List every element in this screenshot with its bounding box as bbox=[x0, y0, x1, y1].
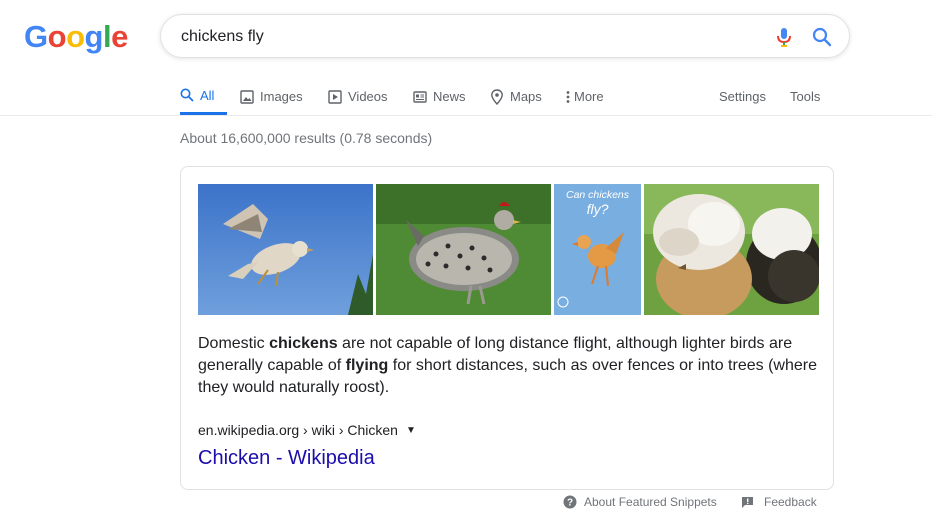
snippet-bold-term: chickens bbox=[269, 335, 338, 352]
featured-snippet: Can chickens fly? Domestic chickens are … bbox=[180, 166, 834, 490]
snippet-text: Domestic chickens are not capable of lon… bbox=[198, 333, 824, 399]
tab-more[interactable]: More bbox=[566, 78, 604, 115]
tab-maps[interactable]: Maps bbox=[490, 78, 542, 115]
illustration-caption-1: Can chickens bbox=[566, 189, 630, 201]
tab-label: More bbox=[574, 89, 604, 104]
tools-link[interactable]: Tools bbox=[790, 78, 820, 115]
snippet-image-speckled-hen[interactable] bbox=[376, 184, 551, 315]
snippet-text-part: Domestic bbox=[198, 335, 270, 352]
snippet-image-flying-chicken[interactable] bbox=[198, 184, 373, 315]
google-logo[interactable]: Google bbox=[24, 19, 128, 55]
help-circle-icon: ? bbox=[563, 495, 577, 509]
svg-text:?: ? bbox=[567, 498, 573, 509]
tab-label: All bbox=[200, 87, 215, 103]
result-cite: en.wikipedia.org › wiki › Chicken ▼ bbox=[198, 422, 416, 438]
snippet-bold-term: flying bbox=[345, 357, 389, 374]
more-vertical-icon bbox=[566, 90, 570, 103]
microphone-icon[interactable] bbox=[774, 26, 794, 48]
result-stats: About 16,600,000 results (0.78 seconds) bbox=[180, 130, 433, 146]
play-icon bbox=[328, 89, 342, 104]
caret-down-icon[interactable]: ▼ bbox=[406, 425, 416, 436]
search-input[interactable] bbox=[181, 26, 741, 48]
settings-link[interactable]: Settings bbox=[719, 78, 766, 115]
logo-letter: l bbox=[102, 19, 112, 54]
tab-videos[interactable]: Videos bbox=[328, 78, 388, 115]
settings-label: Settings bbox=[719, 89, 766, 104]
search-tabs: All Images Videos News Maps More Setting… bbox=[0, 78, 932, 116]
logo-letter: g bbox=[84, 19, 104, 54]
newspaper-icon bbox=[413, 90, 427, 103]
feedback-link[interactable]: Feedback bbox=[741, 494, 817, 510]
magnifier-icon[interactable] bbox=[812, 27, 832, 47]
tab-label: Images bbox=[260, 89, 303, 104]
cite-url: en.wikipedia.org › wiki › Chicken bbox=[198, 422, 398, 438]
logo-letter: o bbox=[66, 19, 85, 54]
snippet-image-illustration[interactable]: Can chickens fly? bbox=[554, 184, 641, 315]
about-featured-snippets-label: About Featured Snippets bbox=[584, 495, 717, 509]
feedback-label: Feedback bbox=[764, 495, 817, 509]
image-icon bbox=[240, 89, 254, 104]
logo-letter: e bbox=[111, 19, 128, 54]
tab-label: Videos bbox=[348, 89, 388, 104]
logo-letter: G bbox=[24, 19, 48, 54]
tab-all[interactable]: All bbox=[180, 78, 227, 115]
illustration-caption-2: fly? bbox=[587, 201, 609, 217]
feedback-icon bbox=[742, 496, 753, 508]
tab-label: Maps bbox=[510, 89, 542, 104]
tools-label: Tools bbox=[790, 89, 821, 104]
about-featured-snippets-link[interactable]: ? About Featured Snippets bbox=[563, 494, 717, 510]
search-results-page: Google All bbox=[0, 0, 932, 528]
map-pin-icon bbox=[491, 88, 503, 105]
result-title-link[interactable]: Chicken - Wikipedia bbox=[198, 445, 375, 471]
snippet-image-crested-chickens[interactable] bbox=[644, 184, 819, 315]
tab-label: News bbox=[433, 89, 466, 104]
tab-news[interactable]: News bbox=[413, 78, 466, 115]
search-box bbox=[160, 14, 850, 58]
search-icon bbox=[180, 88, 194, 102]
logo-letter: o bbox=[47, 19, 67, 54]
tab-images[interactable]: Images bbox=[240, 78, 303, 115]
